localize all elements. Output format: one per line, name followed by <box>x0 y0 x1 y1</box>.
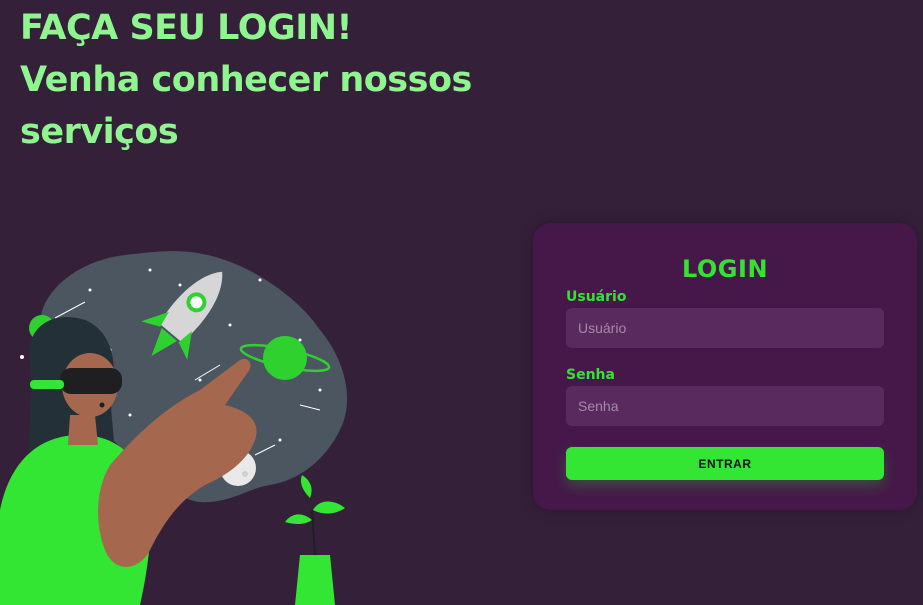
vr-headset-icon <box>60 368 122 394</box>
hero-line-1: FAÇA SEU LOGIN! <box>20 8 352 48</box>
login-card: LOGIN Usuário Senha ENTRAR <box>533 223 917 510</box>
plant <box>285 475 345 605</box>
hero-line-2: Venha conhecer nossos <box>20 60 472 100</box>
enter-button[interactable]: ENTRAR <box>566 447 884 480</box>
hero-line-3: serviços <box>20 112 179 152</box>
hero-headline: FAÇA SEU LOGIN! Venha conhecer nossos se… <box>20 2 472 158</box>
username-input[interactable] <box>566 308 884 348</box>
username-label: Usuário <box>566 289 627 305</box>
vr-space-woman-illustration <box>0 251 348 605</box>
password-input[interactable] <box>566 386 884 426</box>
login-title: LOGIN <box>681 255 769 283</box>
password-label: Senha <box>566 367 615 383</box>
